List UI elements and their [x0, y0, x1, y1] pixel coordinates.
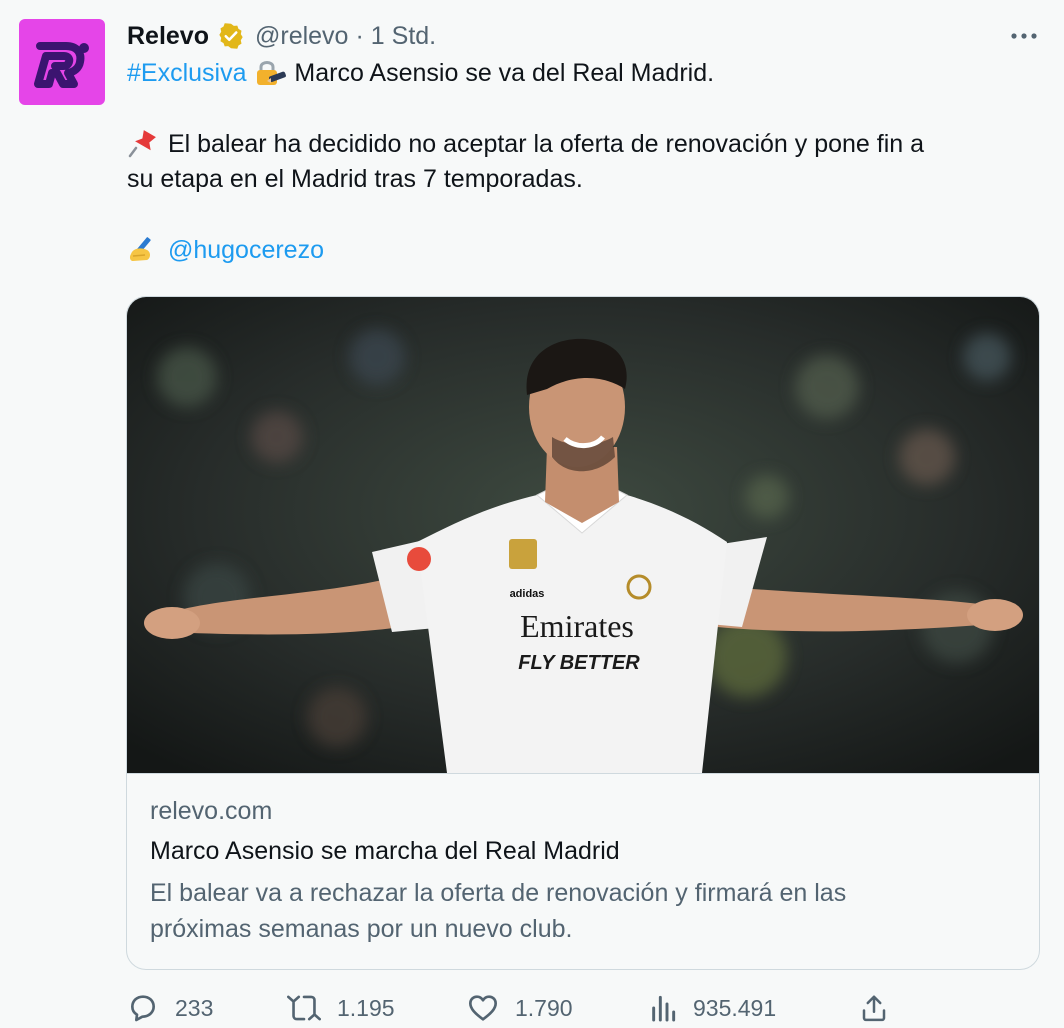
tweet-line-3: @hugocerezo — [127, 233, 1037, 268]
retweet-count: 1.195 — [337, 994, 395, 1021]
card-description-line1: El balear va a rechazar la oferta de ren… — [150, 879, 847, 907]
reply-count: 233 — [175, 994, 214, 1021]
card-title[interactable]: Marco Asensio se marcha del Real Madrid — [150, 837, 620, 866]
tweet-line-2: El balear ha decidido no aceptar la ofer… — [127, 127, 1037, 162]
views-chart-icon — [652, 995, 676, 1022]
tweet-paragraph-line2: su etapa en el Madrid tras 7 temporadas. — [127, 165, 583, 193]
avatar[interactable] — [19, 19, 105, 105]
share-icon — [862, 995, 886, 1022]
reply-button[interactable]: 233 — [127, 990, 213, 1026]
more-options-button[interactable] — [1006, 22, 1042, 50]
hashtag-link[interactable]: #Exclusiva — [127, 59, 247, 87]
card-description-line2: próximas semanas por un nuevo club. — [150, 915, 573, 943]
retweet-button[interactable]: 1.195 — [287, 990, 395, 1026]
heart-icon — [469, 995, 497, 1021]
header-separator: · — [355, 21, 364, 50]
tweet[interactable]: Relevo @relevo · 1 Std. #Exclusiva Marco… — [0, 0, 1064, 1028]
jersey-brand-text: adidas — [510, 588, 545, 600]
jersey-sponsor-text: Emirates — [520, 608, 634, 644]
tweet-paragraph-line1: El balear ha decidido no aceptar la ofer… — [167, 130, 925, 158]
reply-icon — [131, 995, 155, 1022]
card-domain: relevo.com — [150, 797, 273, 825]
card-image: Emirates FLY BETTER adidas — [127, 297, 1039, 774]
tweet-actions: 233 1.195 1.790 935.491 — [127, 990, 907, 1026]
verified-badge-icon[interactable] — [217, 22, 245, 50]
link-preview-card[interactable]: Emirates FLY BETTER adidas relevo.com Ma… — [126, 296, 1040, 970]
author-handle[interactable]: @relevo — [255, 22, 348, 51]
lock-with-pen-emoji-icon — [257, 61, 287, 85]
more-horizontal-icon — [1011, 33, 1037, 39]
share-button[interactable] — [859, 990, 889, 1026]
tweet-headline: Marco Asensio se va del Real Madrid. — [294, 59, 715, 87]
writing-hand-emoji-icon — [129, 237, 151, 261]
views-button[interactable]: 935.491 — [649, 990, 776, 1026]
retweet-icon — [287, 995, 321, 1021]
jersey-sponsor-tagline: FLY BETTER — [518, 652, 640, 674]
pushpin-emoji-icon — [128, 130, 156, 158]
mention-link[interactable]: @hugocerezo — [168, 236, 324, 264]
like-button[interactable]: 1.790 — [467, 990, 573, 1026]
card-description: El balear va a rechazar la oferta de ren… — [150, 875, 1010, 947]
tweet-timestamp[interactable]: 1 Std. — [371, 22, 436, 51]
views-count: 935.491 — [693, 994, 777, 1021]
tweet-text: #Exclusiva Marco Asensio se va del Real … — [127, 56, 1037, 268]
tweet-header: Relevo @relevo · 1 Std. — [127, 18, 436, 54]
author-name[interactable]: Relevo — [127, 22, 209, 51]
like-count: 1.790 — [515, 994, 573, 1021]
relevo-logo-icon — [34, 42, 89, 88]
tweet-line-1: #Exclusiva Marco Asensio se va del Real … — [127, 56, 1037, 91]
